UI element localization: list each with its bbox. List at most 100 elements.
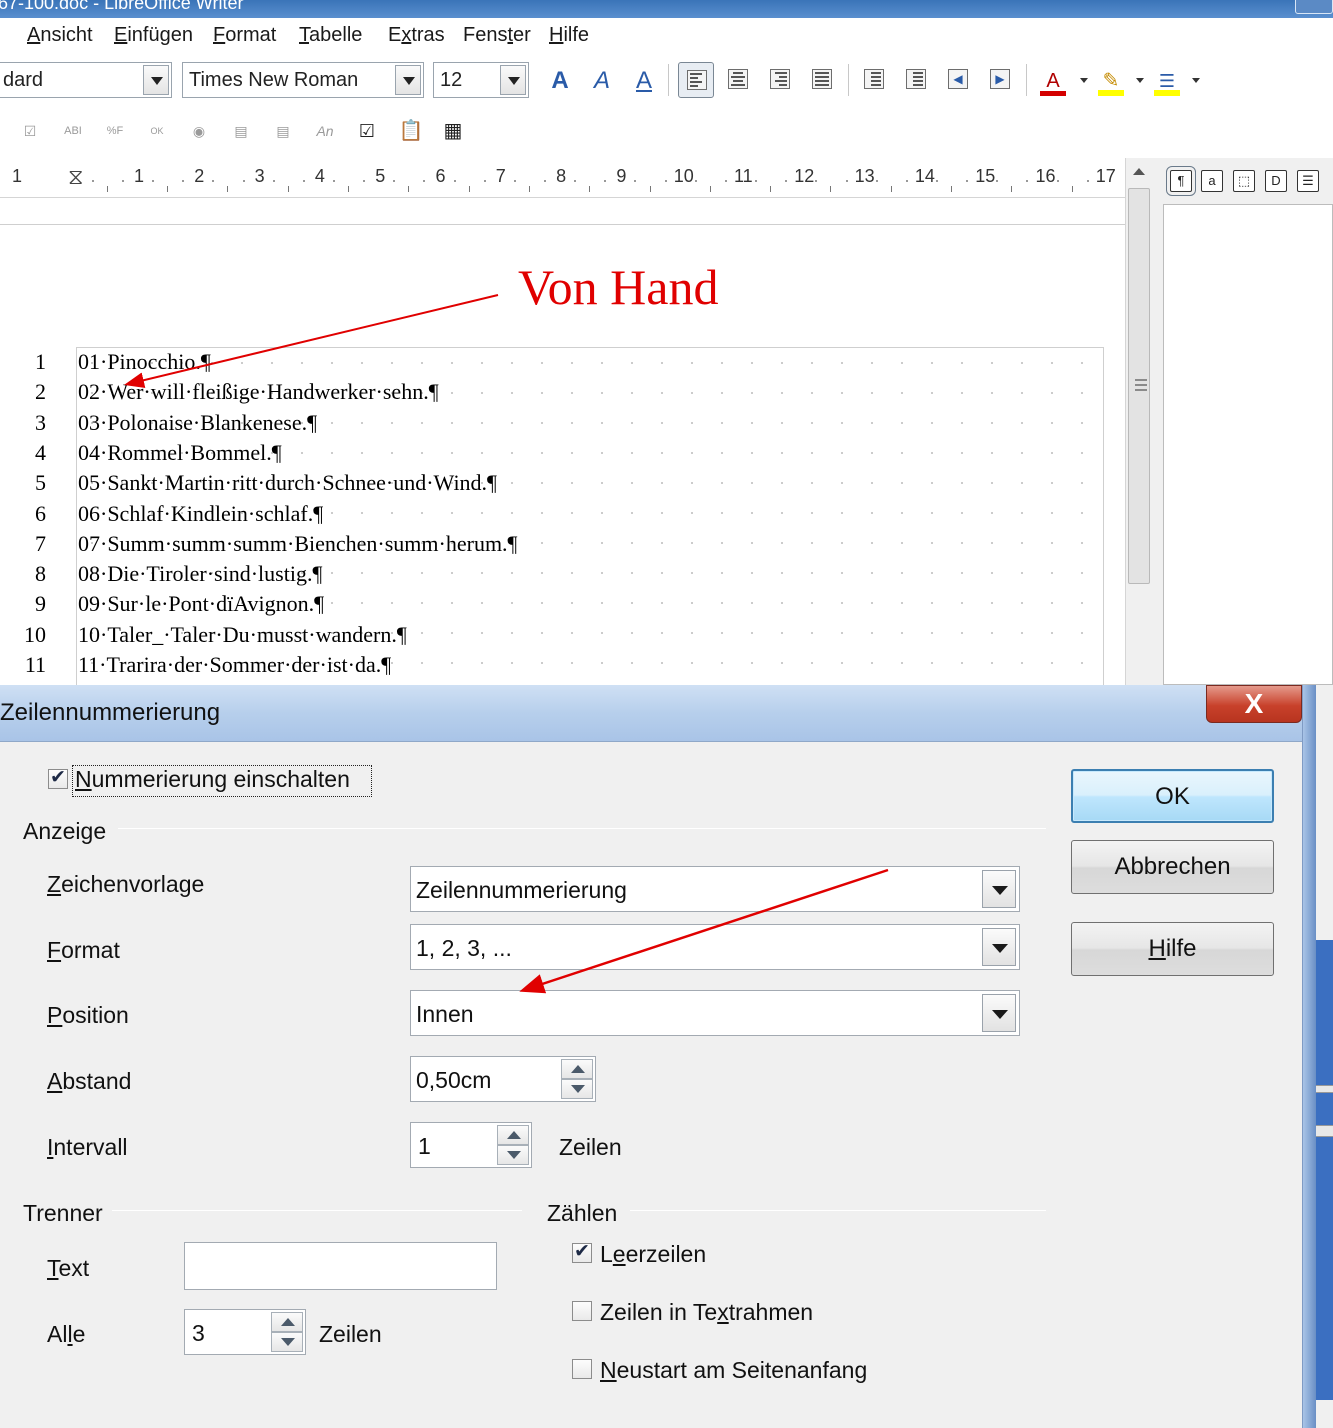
count-blank-lines-label[interactable]: Leerzeilen [600,1241,706,1268]
position-select[interactable]: Innen [410,990,1020,1036]
decrease-indent-button[interactable]: ◀ [940,62,976,98]
enable-numbering-label[interactable]: Nummerierung einschalten [75,766,350,793]
background-color-icon[interactable]: ☰ [1150,64,1184,98]
chevron-down-icon[interactable] [143,65,169,95]
count-text-frames-checkbox[interactable] [572,1301,592,1321]
document-line[interactable]: 8 08·Die·Tiroler·sind·lustig.¶ [6,561,1106,589]
highlight-icon[interactable]: ✎ [1094,64,1128,98]
font-color-icon[interactable]: A [1036,64,1070,98]
align-center-button[interactable] [720,62,756,98]
page-styles-icon[interactable]: D [1265,170,1287,192]
menu-einfuegen[interactable]: Einfügen [114,24,193,47]
clipboard-icon[interactable]: 📋 [396,118,426,144]
justify-button[interactable] [804,62,840,98]
separator-text-input[interactable] [184,1242,497,1290]
character-styles-icon[interactable]: a [1201,170,1223,192]
document-line[interactable]: 11 11·Trarira·der·Sommer·der·ist·da.¶ [6,652,1106,680]
menu-hilfe[interactable]: Hilfe [549,24,589,47]
spacing-spinfield[interactable]: 0,50cm [410,1056,596,1102]
indent-marker-icon[interactable]: ⧖ [68,164,83,190]
interval-spinner[interactable] [497,1125,529,1165]
close-button[interactable]: X [1206,685,1302,723]
label-field-icon[interactable]: An [310,118,340,144]
count-blank-lines-checkbox[interactable] [572,1240,592,1263]
menu-extras[interactable]: Extras [388,24,445,47]
increment-icon[interactable] [497,1125,529,1145]
line-text[interactable]: 08·Die·Tiroler·sind·lustig.¶ [78,561,322,587]
font-name-combo[interactable]: Times New Roman [182,62,424,98]
horizontal-ruler[interactable]: 1 ⧖ 1 2 3 4 5 6 7 8 9 10 11 12 13 14 15 16 17 [0,158,1125,198]
char-style-select[interactable]: Zeilennummerierung [410,866,1020,912]
decrement-icon[interactable] [561,1079,593,1099]
line-text[interactable]: 10·Taler_·Taler·Du·musst·wandern.¶ [78,622,407,648]
separator-every-spinfield[interactable]: 3 [184,1309,306,1355]
chevron-down-icon[interactable] [982,994,1016,1032]
bold-icon[interactable]: A [543,64,577,98]
push-button-control-icon[interactable]: OK [142,118,172,144]
interval-spinfield[interactable]: 1 [410,1122,532,1168]
menu-ansicht[interactable]: Ansicht [27,24,93,47]
frame-styles-icon[interactable]: ⬚ [1233,170,1255,192]
document-line[interactable]: 7 07·Summ·summ·summ·Bienchen·summ·herum.¶ [6,531,1106,559]
paragraph-styles-icon[interactable]: ¶ [1166,166,1196,196]
restart-page-checkbox[interactable] [572,1359,592,1379]
decrement-icon[interactable] [497,1145,529,1165]
line-text[interactable]: 02·Wer·will·fleißige·Handwerker·sehn.¶ [78,379,439,405]
format-select[interactable]: 1, 2, 3, ... [410,924,1020,970]
menu-tabelle[interactable]: Tabelle [299,24,362,47]
menu-format[interactable]: Format [213,24,276,47]
line-text[interactable]: 09·Sur·le·Pont·dïAvignon.¶ [78,591,324,617]
document-line[interactable]: 5 05·Sankt·Martin·ritt·durch·Schnee·und·W… [6,470,1106,498]
increment-icon[interactable] [271,1312,303,1332]
form-navigator-icon[interactable]: ▦ [438,118,468,144]
increase-indent-button[interactable]: ▶ [982,62,1018,98]
ok-button[interactable]: OK [1071,769,1274,823]
checkbox-control-icon[interactable]: ☑ [18,118,42,144]
align-left-button[interactable] [678,62,714,98]
scrollbar-thumb[interactable] [1128,188,1150,584]
chevron-down-icon[interactable] [982,870,1016,908]
separator-every-spinner[interactable] [271,1312,303,1352]
menu-item-edge[interactable]: ı [0,24,2,47]
cancel-button[interactable]: Abbrechen [1071,840,1274,894]
scroll-up-icon[interactable] [1133,168,1145,175]
vertical-scrollbar[interactable] [1125,158,1153,685]
document-line[interactable]: 10 10·Taler_·Taler·Du·musst·wandern.¶ [6,622,1106,650]
chevron-down-icon[interactable] [395,65,421,95]
highlight-dropdown-icon[interactable] [1136,78,1144,83]
document-line[interactable]: 2 02·Wer·will·fleißige·Handwerker·sehn.¶ [6,379,1106,407]
line-text[interactable]: 05·Sankt·Martin·ritt·durch·Schnee·und·Wi… [78,470,497,496]
background-color-dropdown-icon[interactable] [1192,78,1200,83]
underline-icon[interactable]: A [627,64,661,98]
formatted-field-icon[interactable]: %F [100,118,130,144]
line-text[interactable]: 11·Trarira·der·Sommer·der·ist·da.¶ [78,652,391,678]
font-size-combo[interactable]: 12 [433,62,529,98]
line-text[interactable]: 04·Rommel·Bommel.¶ [78,440,282,466]
line-text[interactable]: 01·Pinocchio.¶ [78,349,211,375]
italic-icon[interactable]: A [585,64,619,98]
document-line[interactable]: 1 01·Pinocchio.¶ [6,349,1106,377]
font-color-dropdown-icon[interactable] [1080,78,1088,83]
count-text-frames-label[interactable]: Zeilen in Textrahmen [600,1299,813,1326]
line-text[interactable]: 06·Schlaf·Kindlein·schlaf.¶ [78,501,323,527]
combobox-control-icon[interactable]: ▤ [268,118,298,144]
form-design-icon[interactable]: ☑ [352,118,382,144]
textbox-control-icon[interactable]: ABI [58,118,88,144]
line-text[interactable]: 07·Summ·summ·summ·Bienchen·summ·herum.¶ [78,531,518,557]
option-button-icon[interactable]: ◉ [188,118,210,144]
listbox-control-icon[interactable]: ▤ [226,118,256,144]
document-line[interactable]: 6 06·Schlaf·Kindlein·schlaf.¶ [6,501,1106,529]
numbering-button[interactable] [856,62,892,98]
chevron-down-icon[interactable] [500,65,526,95]
enable-numbering-checkbox[interactable] [48,766,68,789]
spacing-spinner[interactable] [561,1059,593,1099]
restart-page-label[interactable]: Neustart am Seitenanfang [600,1357,867,1384]
document-line[interactable]: 3 03·Polonaise·Blankenese.¶ [6,410,1106,438]
window-maximize-button[interactable] [1295,0,1333,14]
line-text[interactable]: 03·Polonaise·Blankenese.¶ [78,410,317,436]
menu-fenster[interactable]: Fenster [463,24,531,47]
bullets-button[interactable] [898,62,934,98]
list-styles-icon[interactable]: ☰ [1297,170,1319,192]
align-right-button[interactable] [762,62,798,98]
decrement-icon[interactable] [271,1332,303,1352]
